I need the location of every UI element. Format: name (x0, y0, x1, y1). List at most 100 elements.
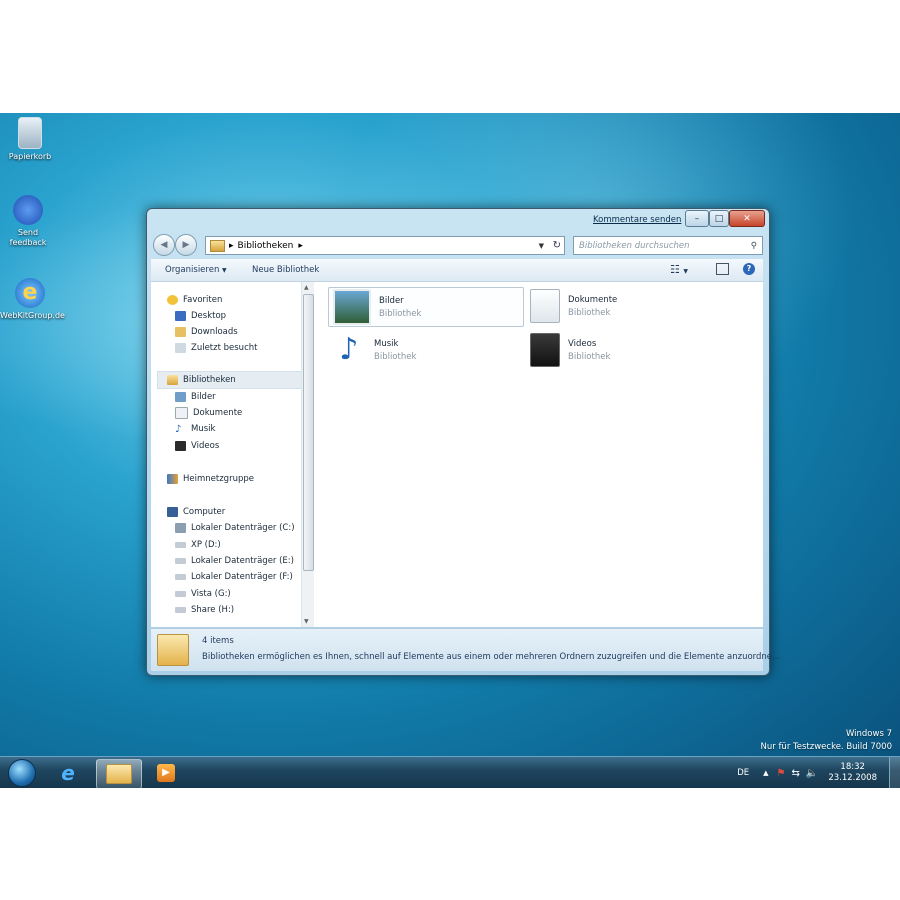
library-item-videos[interactable]: Videos Bibliothek (530, 331, 610, 369)
show-desktop-button[interactable] (889, 757, 900, 788)
volume-icon[interactable]: 🔈 (806, 768, 818, 779)
view-options-icon[interactable]: ☷ ▼ (670, 263, 688, 276)
downloads-icon (175, 327, 186, 337)
minimize-button[interactable]: – (685, 210, 709, 227)
scroll-down-icon[interactable]: ▼ (304, 618, 309, 625)
nav-label: Desktop (191, 311, 227, 321)
internet-explorer-icon: e (15, 278, 45, 308)
star-icon (167, 295, 178, 305)
language-indicator[interactable]: DE (737, 768, 749, 778)
library-type: Bibliothek (379, 308, 422, 319)
scroll-thumb[interactable] (303, 294, 314, 571)
chevron-down-icon: ▼ (683, 268, 688, 275)
windows-orb-icon (8, 759, 36, 787)
nav-item-drive-f[interactable]: Lokaler Datenträger (F:) (175, 570, 293, 584)
nav-label: Lokaler Datenträger (F:) (191, 572, 293, 582)
clock[interactable]: 18:32 23.12.2008 (828, 762, 877, 784)
computer-icon (167, 507, 178, 517)
maximize-button[interactable]: □ (709, 210, 729, 227)
new-library-button[interactable]: Neue Bibliothek (252, 265, 319, 275)
nav-item-videos[interactable]: Videos (175, 439, 219, 453)
nav-favorites[interactable]: Favoriten (167, 293, 222, 307)
nav-libraries[interactable]: Bibliotheken (167, 373, 236, 387)
item-count: 4 items (202, 636, 234, 646)
show-hidden-icons-icon[interactable]: ▲ (763, 769, 768, 777)
start-button[interactable] (2, 759, 42, 787)
media-player-icon: ▶ (157, 764, 175, 782)
nav-label: Zuletzt besucht (191, 343, 258, 353)
nav-item-pictures[interactable]: Bilder (175, 390, 216, 404)
desktop-icon-recycle-bin[interactable]: Papierkorb (0, 117, 60, 161)
help-icon[interactable]: ? (743, 263, 755, 275)
preview-pane-icon[interactable] (716, 263, 729, 275)
desktop: Papierkorb Send feedback e WebKitGroup.d… (0, 113, 900, 788)
breadcrumb-separator-icon[interactable]: ▸ (298, 241, 303, 251)
desktop-icon-internet[interactable]: e WebKitGroup.de (0, 278, 65, 320)
taskbar-explorer[interactable] (96, 759, 142, 788)
nav-item-documents[interactable]: Dokumente (175, 406, 242, 420)
breadcrumb-item[interactable]: Bibliotheken (238, 241, 294, 251)
documents-library-icon (530, 289, 560, 323)
taskbar-media-player[interactable]: ▶ (146, 759, 186, 787)
forward-button[interactable]: ▶ (175, 234, 197, 256)
recycle-bin-icon (18, 117, 42, 149)
details-description: Bibliotheken ermöglichen es Ihnen, schne… (202, 652, 781, 662)
folder-icon (106, 764, 132, 784)
network-icon[interactable]: ⇆ (791, 768, 799, 779)
clock-date: 23.12.2008 (828, 773, 877, 783)
nav-label: Favoriten (183, 295, 223, 305)
nav-item-downloads[interactable]: Downloads (175, 325, 238, 339)
taskbar-internet-explorer[interactable]: e (48, 759, 88, 787)
search-input[interactable]: Bibliotheken durchsuchen ⚲ (573, 236, 763, 255)
library-item-pictures[interactable]: Bilder Bibliothek (328, 287, 524, 327)
desktop-icon (175, 311, 186, 321)
build-watermark: Windows 7 Nur für Testzwecke. Build 7000 (761, 729, 893, 752)
nav-label: Vista (G:) (191, 589, 231, 599)
videos-library-icon (530, 333, 560, 367)
homegroup-icon (167, 474, 178, 484)
watermark-line: Nur für Testzwecke. Build 7000 (760, 742, 893, 752)
back-button[interactable]: ◀ (153, 234, 175, 256)
organize-button[interactable]: Organisieren ▼ (165, 265, 227, 275)
nav-item-desktop[interactable]: Desktop (175, 309, 226, 323)
nav-item-drive-d[interactable]: XP (D:) (175, 538, 221, 552)
action-center-flag-icon[interactable]: ⚑ (777, 768, 786, 779)
nav-item-drive-g[interactable]: Vista (G:) (175, 587, 231, 601)
navigation-pane: Favoriten Desktop Downloads Zuletzt besu… (151, 282, 302, 627)
videos-icon (175, 441, 186, 451)
library-item-documents[interactable]: Dokumente Bibliothek (530, 287, 617, 325)
recent-places-icon (175, 343, 186, 353)
desktop-icon-send-feedback[interactable]: Send feedback (0, 195, 58, 248)
nav-label: Lokaler Datenträger (E:) (191, 556, 294, 566)
pictures-icon (175, 392, 186, 402)
nav-item-drive-e[interactable]: Lokaler Datenträger (E:) (175, 554, 294, 568)
library-name: Bilder (379, 295, 404, 306)
nav-item-drive-h[interactable]: Share (H:) (175, 603, 234, 617)
address-dropdown-icon[interactable]: ▼ (539, 242, 544, 250)
search-icon[interactable]: ⚲ (751, 241, 757, 251)
desktop-icon-label: WebKitGroup.de (0, 311, 65, 320)
nav-label: Heimnetzgruppe (183, 474, 254, 484)
nav-homegroup[interactable]: Heimnetzgruppe (167, 472, 254, 486)
address-bar[interactable]: ▸ Bibliotheken ▸ ▼ ↻ (205, 236, 565, 255)
library-name: Videos (568, 338, 597, 349)
library-item-music[interactable]: ♪ Musik Bibliothek (332, 331, 416, 369)
search-placeholder: Bibliotheken durchsuchen (579, 240, 690, 251)
refresh-icon[interactable]: ↻ (553, 240, 561, 251)
nav-scrollbar[interactable]: ▲ ▼ (301, 282, 314, 627)
nav-item-recent[interactable]: Zuletzt besucht (175, 341, 257, 355)
clock-time: 18:32 (840, 762, 865, 772)
scroll-up-icon[interactable]: ▲ (304, 284, 309, 291)
nav-computer[interactable]: Computer (167, 505, 225, 519)
libraries-large-icon (157, 634, 189, 666)
system-tray: DE ▲ ⚑ ⇆ 🔈 18:32 23.12.2008 (737, 757, 900, 788)
close-button[interactable]: ✕ (729, 210, 765, 227)
feedback-link[interactable]: Kommentare senden (593, 215, 681, 225)
library-type: Bibliothek (568, 307, 611, 318)
library-type: Bibliothek (568, 351, 611, 362)
nav-item-drive-c[interactable]: Lokaler Datenträger (C:) (175, 521, 295, 535)
documents-icon (175, 407, 188, 419)
internet-explorer-icon: e (61, 761, 75, 785)
nav-label: Share (H:) (191, 605, 235, 615)
nav-item-music[interactable]: ♪ Musik (175, 422, 215, 436)
